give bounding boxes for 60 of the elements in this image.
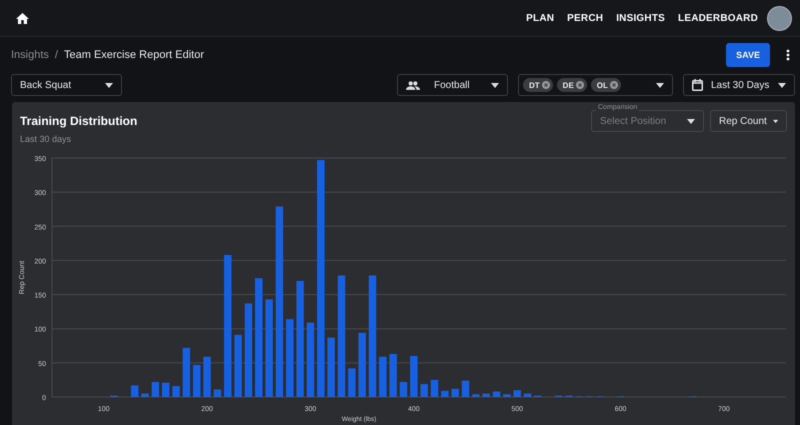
home-icon[interactable] <box>16 12 29 24</box>
sport-select[interactable]: Football <box>397 74 508 96</box>
position-select[interactable]: DT DE OL <box>518 74 673 96</box>
caret-icon <box>491 82 499 88</box>
histogram-bar <box>482 394 490 397</box>
histogram-bar <box>420 384 428 397</box>
histogram-bar <box>234 334 242 397</box>
histogram-bar <box>162 382 170 397</box>
histogram-bar <box>130 385 138 397</box>
position-chip[interactable]: DE <box>556 78 587 92</box>
nav-link[interactable]: LEADERBOARD <box>678 12 758 24</box>
histogram-bar <box>462 380 470 397</box>
nav-link[interactable]: PERCH <box>567 12 604 24</box>
date-range-select[interactable]: Last 30 Days <box>683 74 795 96</box>
position-chip[interactable]: OL <box>590 78 621 92</box>
more-icon[interactable] <box>786 49 790 61</box>
histogram-bar <box>214 390 222 397</box>
histogram-bar <box>441 390 449 397</box>
histogram-bar <box>203 356 211 397</box>
histogram-bar <box>410 356 418 397</box>
breadcrumb-current: Team Exercise Report Editor <box>64 49 204 61</box>
caret-icon <box>105 82 113 88</box>
exercise-select[interactable]: Back Squat <box>11 74 122 96</box>
save-button[interactable]: SAVE <box>726 43 770 67</box>
card-subtitle: Last 30 days <box>20 134 72 144</box>
histogram-bar <box>514 390 521 397</box>
breadcrumb-link[interactable]: Insights <box>11 49 49 61</box>
avatar[interactable] <box>767 6 792 30</box>
nav-link[interactable]: INSIGHTS <box>616 12 666 24</box>
remove-icon[interactable] <box>610 81 618 89</box>
nav-link[interactable]: PLAN <box>526 12 554 24</box>
histogram-bar <box>327 338 335 397</box>
histogram-bar <box>524 394 532 397</box>
remove-icon[interactable] <box>542 81 550 89</box>
histogram-bar <box>182 348 190 397</box>
histogram-bar <box>389 354 397 397</box>
caret-icon <box>772 118 778 124</box>
histogram-bar <box>348 368 356 397</box>
histogram-bar <box>358 332 366 397</box>
remove-icon[interactable] <box>576 81 584 89</box>
histogram-bar <box>492 392 500 397</box>
metric-select[interactable]: Rep Count <box>710 110 787 132</box>
caret-icon <box>656 82 664 88</box>
histogram-bar <box>451 388 459 397</box>
caret-icon <box>687 118 695 124</box>
histogram-bar <box>193 364 200 397</box>
histogram-bar <box>152 382 160 397</box>
histogram-bar <box>503 394 511 397</box>
calendar-icon <box>692 79 703 91</box>
people-icon <box>406 80 420 90</box>
card-title: Training Distribution <box>20 114 138 128</box>
caret-icon <box>778 82 786 88</box>
histogram-bar <box>172 386 180 397</box>
position-chip[interactable]: DT <box>523 78 553 92</box>
breadcrumb-separator: / <box>54 49 58 61</box>
histogram-bar <box>141 394 149 397</box>
histogram-bar <box>400 382 408 397</box>
histogram-bar <box>430 380 438 397</box>
histogram-bar <box>472 394 480 397</box>
histogram-bar <box>379 356 387 397</box>
